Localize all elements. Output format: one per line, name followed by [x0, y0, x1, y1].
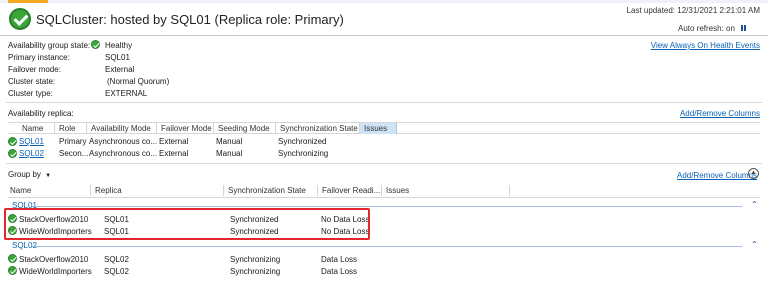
col-synchronization-state[interactable]: Synchronization State — [276, 123, 360, 134]
col-issues[interactable]: Issues — [360, 123, 397, 134]
collapse-chevron-icon[interactable]: ⌃ — [751, 200, 758, 209]
collapse-all-icon[interactable]: ▲ — [748, 168, 759, 179]
replica-add-remove-columns[interactable]: Add/Remove Columns — [680, 109, 760, 118]
replica-failover-mode: External — [159, 149, 189, 158]
summary-divider — [6, 102, 762, 103]
header-divider — [0, 35, 768, 36]
col-db-failover-readiness[interactable]: Failover Readi... — [318, 185, 382, 196]
replica-role: Secon... — [59, 149, 89, 158]
replica-name-link[interactable]: SQL02 — [19, 149, 44, 158]
replica-name-link[interactable]: SQL01 — [19, 137, 44, 146]
summary-value-0: Healthy — [105, 41, 133, 50]
replica-divider — [6, 163, 762, 164]
database-add-remove-columns[interactable]: Add/Remove Columns — [677, 171, 757, 180]
col-availability-mode[interactable]: Availability Mode — [87, 123, 157, 134]
col-failover-mode[interactable]: Failover Mode — [157, 123, 214, 134]
auto-refresh-label: Auto refresh: on — [678, 24, 735, 33]
group-rule — [32, 246, 742, 247]
dropdown-arrow-icon: ▼ — [45, 173, 52, 179]
summary-label-1: Primary instance: — [8, 53, 70, 62]
replica-sync-state: Synchronizing — [278, 149, 329, 158]
healthy-large-icon — [9, 8, 31, 30]
group-rule — [32, 206, 742, 207]
healthy-icon — [8, 254, 17, 264]
page-title: SQLCluster: hosted by SQL01 (Replica rol… — [36, 12, 344, 27]
header-status-icon — [9, 8, 31, 30]
col-seeding-mode[interactable]: Seeding Mode — [214, 123, 276, 134]
healthy-icon — [8, 137, 17, 147]
replica-grid-header: Name Role Availability Mode Failover Mod… — [8, 122, 760, 134]
db-failover-readiness: Data Loss — [321, 255, 358, 264]
healthy-state-icon — [91, 40, 100, 50]
group-by-label: Group by — [8, 170, 41, 179]
col-db-sync-state[interactable]: Synchronization State — [224, 185, 318, 196]
replica-role: Primary — [59, 137, 87, 146]
replica-sync-state: Synchronized — [278, 137, 327, 146]
replica-seeding-mode: Manual — [216, 137, 243, 146]
summary-value-4: EXTERNAL — [105, 89, 148, 98]
replica-failover-mode: External — [159, 137, 189, 146]
db-replica: SQL02 — [104, 255, 129, 264]
healthy-icon — [8, 149, 17, 159]
replica-row[interactable]: SQL02 Secon... Asynchronous co... Extern… — [8, 148, 408, 159]
healthy-icon — [8, 266, 17, 276]
pause-icon[interactable] — [741, 24, 747, 33]
db-name: StackOverflow2010 — [19, 255, 89, 264]
col-role[interactable]: Role — [55, 123, 87, 134]
col-db-replica[interactable]: Replica — [91, 185, 224, 196]
replica-availability-mode: Asynchronous co... — [89, 149, 158, 158]
replica-row[interactable]: SQL01 Primary Asynchronous co... Externa… — [8, 136, 408, 147]
summary-value-2: External — [105, 65, 135, 74]
last-updated: Last updated: 12/31/2021 2:21:01 AM — [626, 6, 760, 15]
replica-seeding-mode: Manual — [216, 149, 243, 158]
replica-section-label: Availability replica: — [8, 109, 74, 118]
db-row[interactable]: StackOverflow2010 SQL02 Synchronizing Da… — [8, 254, 378, 265]
highlight-box — [4, 208, 370, 240]
summary-label-3: Cluster state: — [8, 77, 56, 86]
db-sync-state: Synchronizing — [230, 267, 281, 276]
view-health-events-link[interactable]: View Always On Health Events — [651, 41, 760, 50]
summary-value-1: SQL01 — [105, 53, 130, 62]
db-replica: SQL02 — [104, 267, 129, 276]
replica-availability-mode: Asynchronous co... — [89, 137, 158, 146]
db-sync-state: Synchronizing — [230, 255, 281, 264]
auto-refresh: Auto refresh: on — [678, 24, 747, 33]
top-accent-strip — [0, 0, 768, 3]
summary-label-2: Failover mode: — [8, 65, 61, 74]
collapse-chevron-icon[interactable]: ⌃ — [751, 240, 758, 249]
col-db-name[interactable]: Name — [8, 185, 91, 196]
summary-value-3: (Normal Quorum) — [107, 77, 170, 86]
summary-label-4: Cluster type: — [8, 89, 53, 98]
db-row[interactable]: WideWorldImporters SQL02 Synchronizing D… — [8, 266, 378, 277]
summary-label-0: Availability group state: — [8, 41, 91, 50]
col-name[interactable]: Name — [8, 123, 55, 134]
group-by-control[interactable]: Group by ▼ — [8, 170, 51, 179]
db-name: WideWorldImporters — [19, 267, 92, 276]
db-failover-readiness: Data Loss — [321, 267, 358, 276]
database-grid-header: Name Replica Synchronization State Failo… — [8, 185, 760, 198]
col-db-issues[interactable]: Issues — [382, 185, 510, 196]
